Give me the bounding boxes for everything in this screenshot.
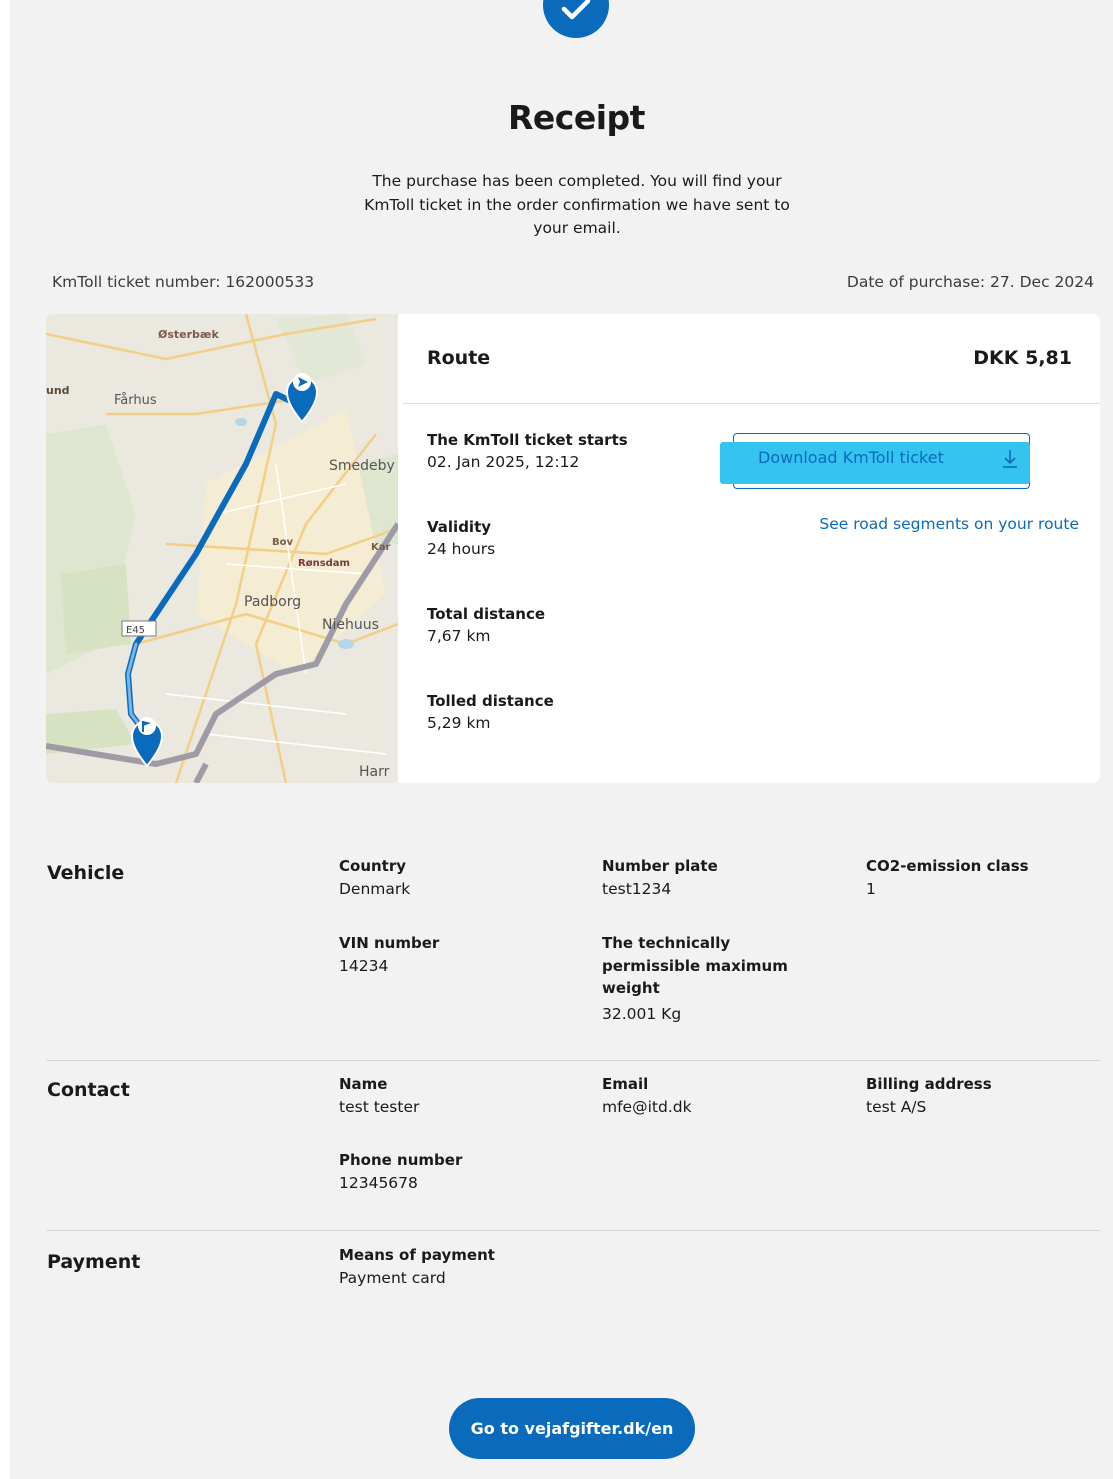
contact-email-label: Email	[602, 1075, 649, 1093]
contact-name: Name test tester	[339, 1073, 419, 1118]
vehicle-co2-value: 1	[866, 879, 876, 898]
vehicle-max-weight: The technically permissible maximum weig…	[602, 932, 788, 1025]
vehicle-country-label: Country	[339, 857, 407, 875]
page-edge	[0, 0, 10, 1479]
confirmation-message: The purchase has been completed. You wil…	[364, 172, 790, 237]
contact-phone: Phone number 12345678	[339, 1149, 462, 1194]
ticket-start-label: The KmToll ticket starts	[427, 431, 628, 449]
total-distance: Total distance 7,67 km	[427, 603, 545, 647]
validity: Validity 24 hours	[427, 516, 495, 560]
contact-phone-value: 12345678	[339, 1173, 418, 1192]
section-divider	[46, 1060, 1100, 1061]
ticket-start-value: 02. Jan 2025, 12:12	[427, 453, 580, 471]
map-label-ronsdam: Rønsdam	[298, 558, 350, 569]
total-distance-label: Total distance	[427, 605, 546, 623]
vehicle-vin-label: VIN number	[339, 934, 440, 952]
vehicle-weight-value: 32.001 Kg	[602, 1004, 682, 1023]
payment-means-value: Payment card	[339, 1268, 446, 1287]
page-title: Receipt	[508, 98, 645, 137]
section-divider	[46, 1230, 1100, 1231]
map-label-farhus: Fårhus	[114, 393, 157, 408]
ticket-number: KmToll ticket number: 162000533	[52, 273, 315, 291]
map-label-smedeby: Smedeby	[329, 458, 395, 474]
vehicle-country-value: Denmark	[339, 879, 411, 898]
vehicle-section-title: Vehicle	[47, 862, 125, 884]
validity-label: Validity	[427, 518, 492, 536]
map-label-osterbaek: Østerbæk	[158, 328, 219, 341]
ticket-start: The KmToll ticket starts 02. Jan 2025, 1…	[427, 429, 628, 473]
vehicle-weight-label-line-3: weight	[602, 979, 660, 997]
vehicle-co2-label: CO2-emission class	[866, 857, 1029, 875]
map-label-padborg: Padborg	[244, 594, 301, 610]
road-segments-link[interactable]: See road segments on your route	[819, 515, 1079, 533]
validity-value: 24 hours	[427, 540, 496, 558]
success-check-icon	[543, 0, 609, 38]
purchase-date: Date of purchase: 27. Dec 2024	[846, 273, 1094, 291]
vehicle-plate: Number plate test1234	[602, 855, 718, 900]
map-label-und: und	[46, 384, 70, 397]
contact-billing-value: test A/S	[866, 1097, 927, 1116]
vehicle-country: Country Denmark	[339, 855, 410, 900]
vehicle-vin: VIN number 14234	[339, 932, 439, 977]
total-distance-value: 7,67 km	[427, 627, 491, 645]
payment-means: Means of payment Payment card	[339, 1244, 495, 1289]
contact-billing-label: Billing address	[866, 1075, 992, 1093]
download-ticket-label: Download KmToll ticket	[758, 448, 944, 467]
vehicle-vin-value: 14234	[339, 956, 389, 975]
vehicle-plate-value: test1234	[602, 879, 672, 898]
go-to-vejafgifter-button[interactable]: Go to vejafgifter.dk/en	[449, 1398, 695, 1459]
vehicle-plate-label: Number plate	[602, 857, 718, 875]
route-card: Østerbæk und Fårhus Smedeby Bov Kar Røns…	[46, 314, 1100, 783]
vehicle-weight-label-line-2: permissible maximum	[602, 956, 788, 975]
route-header: Route DKK 5,81	[403, 314, 1100, 404]
route-title: Route	[427, 347, 491, 369]
vehicle-weight-label-line-1: The technically	[602, 934, 731, 952]
tolled-distance: Tolled distance 5,29 km	[427, 690, 554, 734]
contact-name-label: Name	[339, 1075, 388, 1093]
contact-billing-address: Billing address test A/S	[866, 1073, 992, 1118]
contact-name-value: test tester	[339, 1097, 420, 1116]
map-label-e45: E45	[126, 625, 145, 636]
tolled-distance-value: 5,29 km	[427, 714, 491, 732]
payment-section-title: Payment	[47, 1251, 141, 1273]
contact-email: Email mfe@itd.dk	[602, 1073, 692, 1118]
route-price: DKK 5,81	[973, 347, 1072, 369]
download-ticket-button[interactable]: Download KmToll ticket	[720, 433, 1030, 489]
payment-means-label: Means of payment	[339, 1246, 495, 1264]
route-details: Route DKK 5,81 The KmToll ticket starts …	[398, 314, 1100, 783]
map-label-kar: Kar	[371, 542, 390, 553]
route-map[interactable]: Østerbæk und Fårhus Smedeby Bov Kar Røns…	[46, 314, 398, 783]
contact-section-title: Contact	[47, 1079, 130, 1101]
contact-email-value: mfe@itd.dk	[602, 1097, 692, 1116]
map-label-bov: Bov	[272, 537, 293, 548]
vehicle-co2-class: CO2-emission class 1	[866, 855, 1029, 900]
download-icon	[1003, 450, 1017, 468]
map-label-harr: Harr	[359, 764, 390, 780]
map-label-niehuus: Niehuus	[322, 617, 379, 633]
tolled-distance-label: Tolled distance	[427, 692, 554, 710]
contact-phone-label: Phone number	[339, 1151, 463, 1169]
